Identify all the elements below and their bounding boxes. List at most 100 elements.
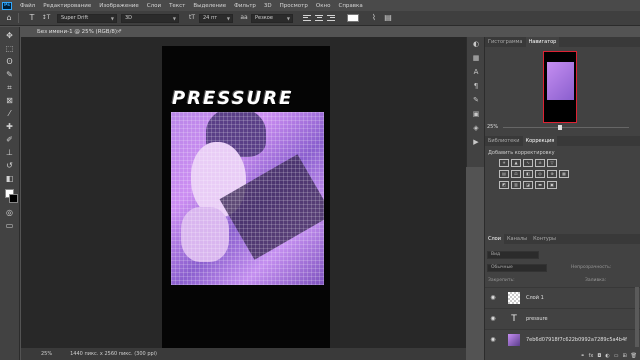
- healing-brush-tool-icon[interactable]: ✚: [3, 121, 16, 132]
- layers-scrollbar[interactable]: [635, 287, 639, 347]
- quick-mask-icon[interactable]: ◎: [3, 207, 16, 218]
- link-layers-icon[interactable]: ⚭: [580, 353, 584, 360]
- quick-select-tool-icon[interactable]: ✎: [3, 69, 16, 80]
- eye-icon[interactable]: ◉: [488, 336, 498, 343]
- screen-mode-icon[interactable]: ▭: [3, 220, 16, 231]
- eyedropper-tool-icon[interactable]: ⁄: [3, 108, 16, 119]
- photoshop-logo-icon[interactable]: Ps: [2, 1, 12, 10]
- color-balance-icon[interactable]: ⚖: [511, 170, 521, 178]
- exposure-icon[interactable]: ±: [535, 159, 545, 167]
- menu-view[interactable]: Просмотр: [276, 3, 312, 9]
- properties-panel-icon[interactable]: ▦: [471, 53, 481, 63]
- font-family-select[interactable]: Super Drift ▼: [57, 13, 117, 23]
- font-style-select[interactable]: 3D ▼: [121, 13, 179, 23]
- menu-image[interactable]: Изображение: [95, 3, 143, 9]
- navigator-preview[interactable]: [543, 51, 577, 123]
- zoom-slider-handle[interactable]: [558, 125, 562, 130]
- black-white-icon[interactable]: ◧: [523, 170, 533, 178]
- tab-histogram[interactable]: Гистограмма: [485, 37, 526, 47]
- zoom-level[interactable]: 25%: [41, 348, 52, 360]
- posterize-icon[interactable]: ▥: [511, 181, 521, 189]
- layer-row[interactable]: ◉ Слой 1: [485, 287, 640, 307]
- new-group-icon[interactable]: ▭: [614, 353, 619, 360]
- history-brush-tool-icon[interactable]: ↺: [3, 160, 16, 171]
- menu-edit[interactable]: Редактирование: [39, 3, 95, 9]
- menu-select[interactable]: Выделение: [189, 3, 230, 9]
- eraser-tool-icon[interactable]: ◧: [3, 173, 16, 184]
- layer-kind-filter[interactable]: Вид: [487, 251, 539, 259]
- brush-tool-icon[interactable]: ✐: [3, 134, 16, 145]
- trash-icon[interactable]: 🗑: [631, 353, 637, 360]
- adjustment-icons-grid: ☀ ▲ ∿ ± ▽ ▤ ⚖ ◧ ◎ ⊕ ▦ ◩ ▥ ◪ ▬ ▣: [499, 159, 579, 192]
- menu-layers[interactable]: Слои: [143, 3, 165, 9]
- tab-layers[interactable]: Слои: [485, 234, 504, 244]
- pressure-text-layer[interactable]: PRESSURE: [172, 88, 293, 109]
- tab-libraries[interactable]: Библиотеки: [485, 136, 523, 146]
- tab-channels[interactable]: Каналы: [504, 234, 530, 244]
- invert-icon[interactable]: ◩: [499, 181, 509, 189]
- new-layer-icon[interactable]: ⊞: [622, 353, 626, 360]
- gradient-map-icon[interactable]: ▬: [535, 181, 545, 189]
- tab-paths[interactable]: Контуры: [530, 234, 559, 244]
- character-panel-icon[interactable]: ▤: [383, 13, 393, 23]
- blend-mode-select[interactable]: Обычные: [487, 264, 547, 272]
- marquee-tool-icon[interactable]: ⬚: [3, 43, 16, 54]
- add-mask-icon[interactable]: ◘: [597, 353, 601, 360]
- navigator-zoom-slider[interactable]: [503, 125, 629, 130]
- close-icon[interactable]: ×: [116, 27, 121, 37]
- photo-filter-icon[interactable]: ◎: [535, 170, 545, 178]
- tab-adjustments[interactable]: Коррекция: [522, 136, 558, 146]
- actions-panel-icon[interactable]: ▶: [471, 137, 481, 147]
- selective-color-icon[interactable]: ▣: [547, 181, 557, 189]
- tab-navigator[interactable]: Навигатор: [525, 37, 560, 47]
- lasso-tool-icon[interactable]: ʘ: [3, 56, 16, 67]
- eye-icon[interactable]: ◉: [488, 315, 498, 322]
- background-color-swatch[interactable]: [9, 194, 18, 203]
- color-lookup-icon[interactable]: ▦: [559, 170, 569, 178]
- channel-mixer-icon[interactable]: ⊕: [547, 170, 557, 178]
- vibrance-icon[interactable]: ▽: [547, 159, 557, 167]
- frame-tool-icon[interactable]: ⊠: [3, 95, 16, 106]
- type-tool-icon[interactable]: T: [27, 13, 37, 23]
- font-family-value: Super Drift: [61, 14, 89, 21]
- menu-window[interactable]: Окно: [312, 3, 335, 9]
- history-panel-icon[interactable]: ◐: [471, 39, 481, 49]
- document-tab[interactable]: Без имени-1 @ 25% (RGB/8) * ×: [34, 27, 124, 37]
- move-tool-icon[interactable]: ✥: [3, 30, 16, 41]
- navigator-tabs: Гистограмма Навигатор: [485, 37, 640, 47]
- align-left-icon[interactable]: [303, 14, 311, 22]
- align-right-icon[interactable]: [327, 14, 335, 22]
- warp-text-icon[interactable]: ⌇: [369, 13, 379, 23]
- styles-panel-icon[interactable]: ◈: [471, 123, 481, 133]
- home-icon[interactable]: ⌂: [4, 13, 14, 23]
- levels-icon[interactable]: ▲: [511, 159, 521, 167]
- font-size-field[interactable]: 24 пт ▼: [199, 13, 233, 23]
- layer-row[interactable]: ◉ T pressure: [485, 308, 640, 328]
- paragraph-panel-icon[interactable]: ¶: [471, 81, 481, 91]
- hue-saturation-icon[interactable]: ▤: [499, 170, 509, 178]
- brightness-contrast-icon[interactable]: ☀: [499, 159, 509, 167]
- eye-icon[interactable]: ◉: [488, 294, 498, 301]
- menu-file[interactable]: Файл: [16, 3, 39, 9]
- navigator-zoom-value[interactable]: 25%: [487, 124, 498, 130]
- crop-tool-icon[interactable]: ⌗: [3, 82, 16, 93]
- menu-3d[interactable]: 3D: [260, 3, 276, 9]
- layer-row[interactable]: ◉ 7eb6d07918f7c622b0992a7289c5a4b4f: [485, 329, 640, 349]
- curves-icon[interactable]: ∿: [523, 159, 533, 167]
- layer-style-icon[interactable]: fx: [589, 353, 594, 360]
- antialias-select[interactable]: Резкое ▼: [251, 13, 293, 23]
- text-color-swatch[interactable]: [347, 14, 359, 22]
- antialias-value: Резкое: [255, 14, 273, 21]
- menu-filter[interactable]: Фильтр: [230, 3, 260, 9]
- swatches-panel-icon[interactable]: ▣: [471, 109, 481, 119]
- text-orientation-icon[interactable]: ↕T: [41, 13, 51, 23]
- artwork-photo[interactable]: [171, 112, 324, 285]
- brush-panel-icon[interactable]: ✎: [471, 95, 481, 105]
- new-adjustment-icon[interactable]: ◐: [605, 353, 609, 360]
- threshold-icon[interactable]: ◪: [523, 181, 533, 189]
- clone-stamp-tool-icon[interactable]: ⊥: [3, 147, 16, 158]
- menu-type[interactable]: Текст: [165, 3, 189, 9]
- menu-help[interactable]: Справка: [334, 3, 366, 9]
- character-panel-icon[interactable]: A: [471, 67, 481, 77]
- align-center-icon[interactable]: [315, 14, 323, 22]
